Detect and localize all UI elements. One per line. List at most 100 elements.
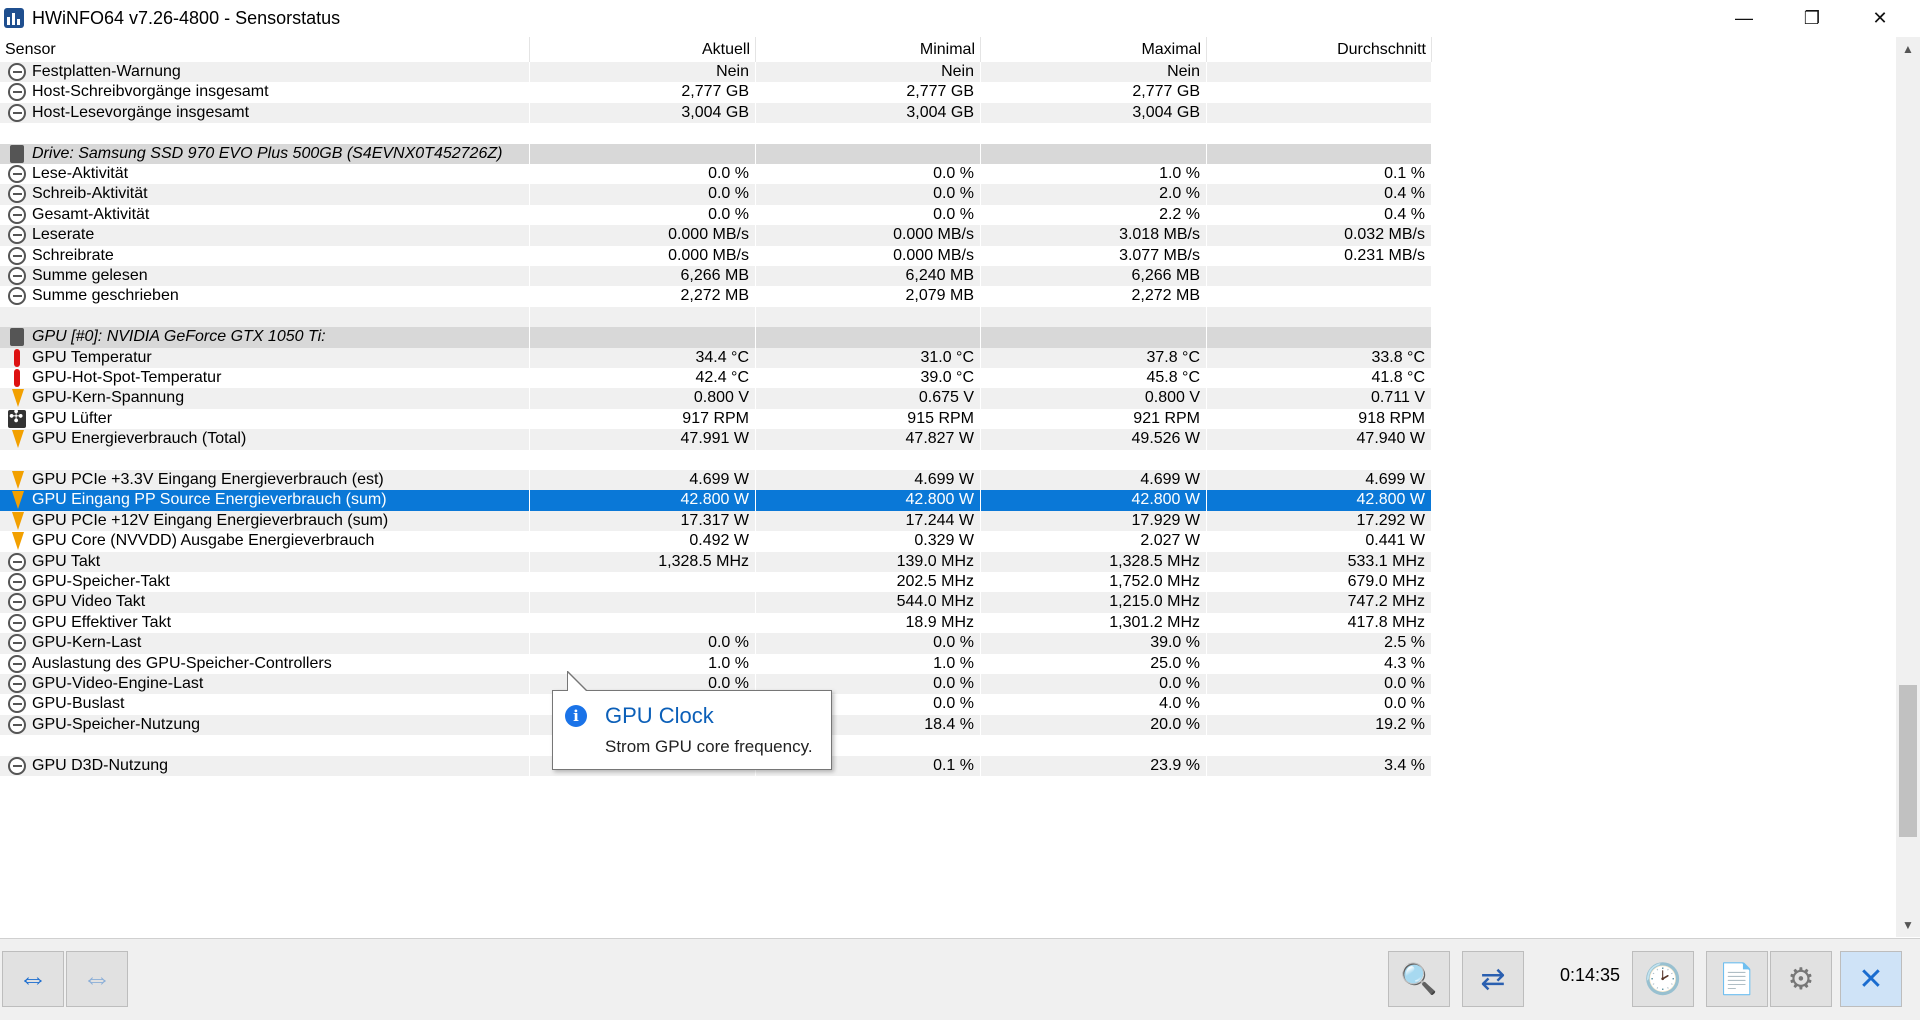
minimize-button[interactable]: —: [1710, 0, 1778, 36]
sensor-min-cell: 47.827 W: [756, 429, 981, 450]
sensor-avg-cell: 3.4 %: [1207, 755, 1432, 776]
network-button[interactable]: ⇄: [1462, 951, 1524, 1007]
lightning-icon: [12, 511, 24, 530]
column-header-sensor[interactable]: Sensor: [0, 37, 530, 62]
table-row[interactable]: Schreib-Aktivität 0.0 % 0.0 % 2.0 % 0.4 %: [0, 184, 1896, 205]
sensor-value: 0.0 %: [933, 205, 974, 223]
table-row[interactable]: GPU PCIe +3.3V Eingang Energieverbrauch …: [0, 470, 1896, 491]
sensor-cur-cell: [530, 572, 756, 593]
close-sensors-button[interactable]: ✕: [1840, 951, 1902, 1007]
bottom-toolbar: ⇔ ⇔ 🔍 ⇄ 0:14:35 🕑 📄 ⚙ ✕: [0, 938, 1920, 1020]
sensor-value: 0.0 %: [933, 634, 974, 652]
sensor-min-cell: 17.244 W: [756, 510, 981, 532]
sensor-max-cell: [981, 123, 1207, 144]
sensor-value: 747.2 MHz: [1347, 593, 1425, 611]
sensor-max-cell: 1.0 %: [981, 164, 1207, 185]
sensor-group-row[interactable]: GPU [#0]: NVIDIA GeForce GTX 1050 Ti:: [0, 327, 1896, 348]
table-row[interactable]: GPU Core (NVVDD) Ausgabe Energieverbrauc…: [0, 531, 1896, 552]
table-row[interactable]: GPU Video Takt 544.0 MHz 1,215.0 MHz 747.2 …: [0, 592, 1896, 613]
sensor-cur-cell: 42.4 °C: [530, 368, 756, 389]
sensor-avg-cell: [1207, 327, 1432, 348]
table-row[interactable]: GPU PCIe +12V Eingang Energieverbrauch (…: [0, 510, 1896, 532]
chip-icon: [10, 144, 24, 163]
table-row[interactable]: GPU Effektiver Takt 18.9 MHz 1,301.2 MHz 41…: [0, 612, 1896, 634]
sensor-value: 3.077 MB/s: [1119, 246, 1200, 264]
sensor-search-button[interactable]: 🔍: [1388, 951, 1450, 1007]
table-row[interactable]: Lese-Aktivität 0.0 % 0.0 % 1.0 % 0.1 %: [0, 164, 1896, 185]
scrollbar-thumb[interactable]: [1899, 685, 1917, 837]
sensor-value: 0.800 V: [1144, 389, 1200, 407]
table-row[interactable]: Auslastung des GPU-Speicher-Controllers 1…: [0, 653, 1896, 674]
table-row[interactable]: Schreibrate 0.000 MB/s 0.000 MB/s 3.077 MB/…: [0, 245, 1896, 266]
table-row[interactable]: Festplatten-Warnung Nein Nein Nein: [0, 62, 1896, 83]
table-row[interactable]: Summe gelesen 6,266 MB 6,240 MB 6,266 MB: [0, 266, 1896, 287]
sensor-avg-cell: 0.4 %: [1207, 204, 1432, 226]
sensor-max-cell: [981, 306, 1207, 328]
table-row[interactable]: Host-Schreibvorgänge insgesamt 2,777 GB 2,…: [0, 82, 1896, 103]
table-row[interactable]: GPU-Video-Engine-Last 0.0 % 0.0 % 0.0 % 0.0 …: [0, 674, 1896, 695]
settings-button[interactable]: ⚙: [1770, 951, 1832, 1007]
sensor-max-cell: 42.800 W: [981, 490, 1207, 511]
lightning-icon: [12, 471, 24, 489]
clock-icon: [8, 634, 26, 653]
add-report-button[interactable]: 📄: [1706, 951, 1768, 1007]
sensor-value: 0.0 %: [933, 695, 974, 713]
table-row[interactable]: GPU-Hot-Spot-Temperatur 42.4 °C 39.0 °C 45.…: [0, 368, 1896, 389]
sensor-value: 2,777 GB: [681, 83, 749, 101]
table-row[interactable]: Gesamt-Aktivität 0.0 % 0.0 % 2.2 % 0.4 %: [0, 204, 1896, 226]
sensor-max-cell: Nein: [981, 62, 1207, 83]
navigate-back-button[interactable]: ⇔: [66, 951, 128, 1007]
sensor-min-cell: [756, 449, 981, 470]
table-row[interactable]: GPU-Kern-Spannung 0.800 V 0.675 V 0.800 V 0.…: [0, 388, 1896, 409]
column-header-minimum[interactable]: Minimal: [756, 37, 981, 62]
sensor-value: 0.4 %: [1384, 205, 1425, 223]
restore-button[interactable]: ❐: [1778, 0, 1846, 36]
table-row[interactable]: GPU Energieverbrauch (Total) 47.991 W 47.8…: [0, 429, 1896, 450]
sensor-name-cell: Gesamt-Aktivität: [0, 204, 530, 226]
sensor-group-row[interactable]: Drive: Samsung SSD 970 EVO Plus 500GB (S…: [0, 143, 1896, 164]
sensor-value: 0.0 %: [708, 634, 749, 652]
table-row[interactable]: GPU Lüfter 917 RPM 915 RPM 921 RPM 918 RPM: [0, 408, 1896, 430]
sensor-value: 0.0 %: [708, 185, 749, 203]
column-header-maximum[interactable]: Maximal: [981, 37, 1207, 62]
table-row[interactable]: Summe geschrieben 2,272 MB 2,079 MB 2,272 M…: [0, 286, 1896, 307]
navigate-forward-button[interactable]: ⇔: [2, 951, 64, 1007]
column-header-current[interactable]: Aktuell: [530, 37, 756, 62]
scroll-down-arrow-icon[interactable]: ▼: [1896, 913, 1920, 937]
sensor-cur-cell: 0.0 %: [530, 633, 756, 654]
sensor-label: Drive: Samsung SSD 970 EVO Plus 500GB (S…: [32, 144, 503, 162]
clock-icon: [8, 205, 26, 224]
sensor-table[interactable]: Sensor Aktuell Minimal Maximal Durchschn…: [0, 37, 1896, 937]
scroll-up-arrow-icon[interactable]: ▲: [1896, 37, 1920, 61]
table-row[interactable]: GPU Eingang PP Source Energieverbrauch (…: [0, 490, 1896, 511]
fan-icon: [8, 409, 26, 428]
table-row[interactable]: GPU-Buslast0.0 %0.0 %4.0 %0.0 %: [0, 694, 1896, 715]
sensor-avg-cell: 0.0 %: [1207, 694, 1432, 715]
table-row[interactable]: GPU Temperatur 34.4 °C 31.0 °C 37.8 °C 33.8 …: [0, 347, 1896, 368]
sensor-value: 2.5 %: [1384, 634, 1425, 652]
table-row[interactable]: GPU-Speicher-Nutzung18.4 %18.4 %20.0 %19…: [0, 714, 1896, 736]
sensor-cur-cell: 1.0 %: [530, 653, 756, 674]
sensor-min-cell: 2,777 GB: [756, 82, 981, 103]
sensor-value: 19.2 %: [1375, 715, 1425, 733]
sensor-value: 3,004 GB: [1132, 103, 1200, 121]
table-row[interactable]: GPU-Kern-Last 0.0 % 0.0 % 39.0 % 2.5 %: [0, 633, 1896, 654]
table-row[interactable]: Leserate 0.000 MB/s 0.000 MB/s 3.018 MB/s 0.…: [0, 225, 1896, 246]
close-window-button[interactable]: ✕: [1846, 0, 1914, 36]
sensor-value: 0.711 V: [1371, 389, 1425, 407]
sensor-value: 4.699 W: [914, 471, 974, 488]
sensor-max-cell: [981, 327, 1207, 348]
table-row[interactable]: Host-Lesevorgänge insgesamt 3,004 GB 3,004…: [0, 102, 1896, 124]
sensor-avg-cell: 747.2 MHz: [1207, 592, 1432, 613]
clock-reset-button[interactable]: 🕑: [1632, 951, 1694, 1007]
sensor-max-cell: 1,215.0 MHz: [981, 592, 1207, 613]
sensor-avg-cell: 42.800 W: [1207, 490, 1432, 511]
table-row[interactable]: GPU D3D-Nutzung0.2 %0.1 %23.9 %3.4 %: [0, 755, 1896, 776]
table-row[interactable]: GPU-Speicher-Takt 202.5 MHz 1,752.0 MHz 679…: [0, 572, 1896, 593]
vertical-scrollbar[interactable]: ▲ ▼: [1896, 37, 1920, 937]
sensor-value: 0.329 W: [914, 532, 974, 550]
column-header-average[interactable]: Durchschnitt: [1207, 37, 1432, 62]
sensor-max-cell: 20.0 %: [981, 714, 1207, 736]
sensor-label: GPU [#0]: NVIDIA GeForce GTX 1050 Ti:: [32, 328, 326, 346]
table-row[interactable]: GPU Takt 1,328.5 MHz 139.0 MHz 1,328.5 MHz 5…: [0, 551, 1896, 572]
